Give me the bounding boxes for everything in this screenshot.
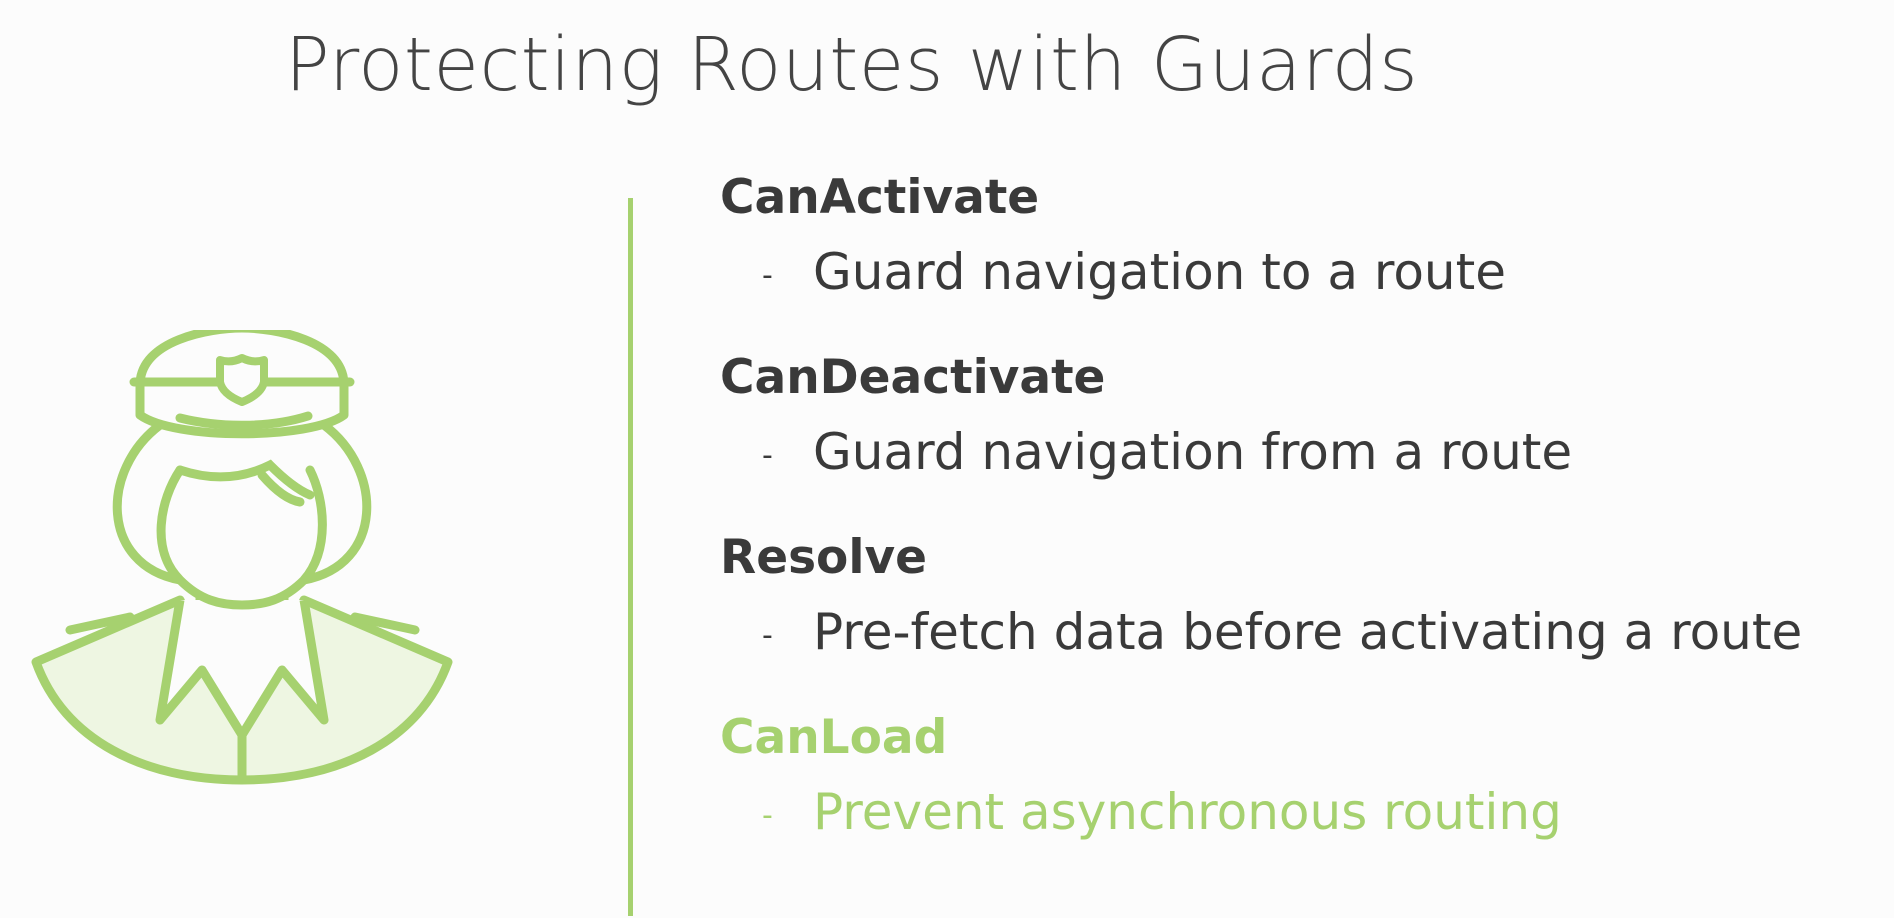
guard-item-canactivate: CanActivate - Guard navigation to a rout… <box>720 168 1880 348</box>
guard-list: CanActivate - Guard navigation to a rout… <box>720 168 1880 888</box>
guard-item-resolve: Resolve - Pre-fetch data before activati… <box>720 528 1880 708</box>
vertical-divider <box>628 198 633 916</box>
guard-description-row: - Prevent asynchronous routing <box>720 782 1880 842</box>
guard-name: Resolve <box>720 530 927 585</box>
bullet-dash: - <box>762 258 773 293</box>
guard-description: Pre-fetch data before activating a route <box>813 603 1803 661</box>
slide-title: Protecting Routes with Guards <box>285 22 1419 108</box>
guard-description: Guard navigation from a route <box>813 423 1573 481</box>
guard-name: CanLoad <box>720 710 948 765</box>
bullet-dash: - <box>762 438 773 473</box>
guard-item-canload: CanLoad - Prevent asynchronous routing <box>720 708 1880 888</box>
police-officer-icon <box>30 323 455 790</box>
guard-description: Guard navigation to a route <box>813 243 1506 301</box>
guard-description: Prevent asynchronous routing <box>813 783 1562 841</box>
guard-name: CanDeactivate <box>720 350 1106 405</box>
bullet-dash: - <box>762 798 773 833</box>
guard-name: CanActivate <box>720 170 1040 225</box>
guard-description-row: - Pre-fetch data before activating a rou… <box>720 602 1880 662</box>
guard-description-row: - Guard navigation to a route <box>720 242 1880 302</box>
bullet-dash: - <box>762 618 773 653</box>
guard-description-row: - Guard navigation from a route <box>720 422 1880 482</box>
slide: Protecting Routes with Guards CanActivat… <box>0 0 1894 918</box>
guard-item-candeactivate: CanDeactivate - Guard navigation from a … <box>720 348 1880 528</box>
